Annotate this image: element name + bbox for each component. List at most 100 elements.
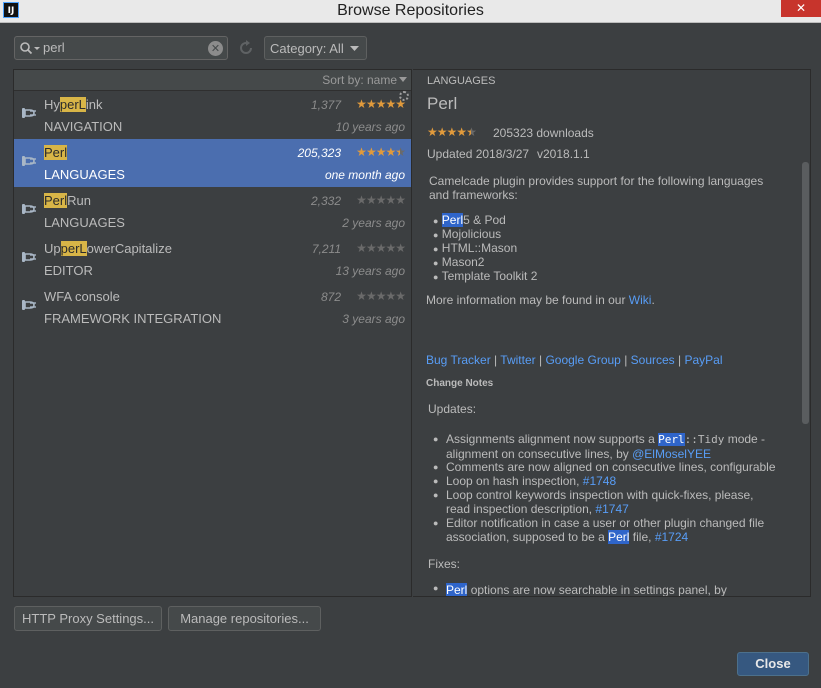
- search-match-highlight: Perl: [44, 145, 68, 160]
- plugin-category: EDITOR: [44, 263, 93, 278]
- issue-link[interactable]: #1724: [655, 530, 688, 544]
- link-google-group[interactable]: Google Group: [545, 353, 620, 367]
- star-empty-icon: ★: [356, 289, 367, 303]
- plugin-row[interactable]: HyperLink NAVIGATION 1,377 ★★★★★ 10 years ag…: [14, 91, 411, 139]
- link-separator: |: [494, 353, 498, 367]
- plugin-downloads: 7,211: [311, 242, 341, 256]
- bullet: ●: [433, 258, 439, 268]
- search-input[interactable]: perl ✕: [14, 36, 228, 60]
- link-separator: |: [624, 353, 628, 367]
- issue-link[interactable]: @ElMoselYEE: [632, 447, 711, 461]
- description-line-1: Camelcade plugin provides support for th…: [429, 174, 764, 188]
- star-filled-icon: ★: [375, 145, 387, 159]
- more-info-end: .: [651, 293, 655, 307]
- close-button[interactable]: Close: [737, 652, 809, 676]
- issue-link[interactable]: #1748: [583, 474, 616, 488]
- category-label: Category: All: [270, 41, 344, 56]
- star-filled-icon: ★: [456, 125, 467, 139]
- plugin-downloads: 205,323: [297, 146, 341, 160]
- star-filled-icon: ★: [436, 125, 448, 139]
- search-value: perl: [43, 40, 65, 55]
- star-filled-icon: ★: [375, 97, 387, 111]
- star-empty-icon: ★: [356, 241, 367, 255]
- issue-link[interactable]: #1747: [595, 502, 628, 516]
- plugin-list: Sort by: name HyperLink NAVIGATION 1,377 ★★…: [13, 69, 412, 597]
- clear-search-icon[interactable]: ✕: [208, 41, 223, 56]
- category-dropdown[interactable]: Category: All: [264, 36, 367, 60]
- sort-header[interactable]: Sort by: name: [14, 70, 411, 91]
- star-empty-icon: ★: [365, 289, 377, 303]
- link-paypal[interactable]: PayPal: [685, 353, 723, 367]
- bullet: ●: [433, 434, 439, 444]
- star-half-icon: ★: [395, 145, 406, 159]
- update-text-cont: alignment on consecutive lines, by @ElMo…: [446, 447, 711, 461]
- search-match-highlight: perL: [59, 97, 86, 112]
- plugin-downloads: 872: [320, 290, 341, 304]
- update-item: ● Comments are now aligned on consecutive…: [433, 460, 803, 474]
- plugin-age: one month ago: [324, 168, 405, 182]
- title-bar: IJ Browse Repositories ✕: [0, 0, 821, 23]
- bullet: ●: [433, 244, 439, 254]
- search-match-highlight: Perl: [44, 193, 68, 208]
- perl-highlight: Perl: [608, 530, 630, 544]
- star-filled-icon: ★: [446, 125, 458, 139]
- plugin-rating: ★★★★★: [356, 193, 406, 207]
- fix-text: options are now searchable in settings p…: [470, 583, 727, 597]
- feature-text: 5 & Pod: [463, 213, 506, 227]
- plugin-row[interactable]: WFA console FRAMEWORK INTEGRATION 872 ★★★★★…: [14, 283, 411, 331]
- update-text: Assignments alignment now supports a Per…: [446, 432, 766, 446]
- refresh-icon[interactable]: [237, 39, 255, 57]
- http-proxy-settings-button[interactable]: HTTP Proxy Settings...: [14, 606, 162, 631]
- plugin-row[interactable]: UpperLowerCapitalize EDITOR 7,211 ★★★★★ 13 y…: [14, 235, 411, 283]
- perl-highlight: Perl: [658, 433, 685, 446]
- star-empty-icon: ★: [395, 193, 406, 207]
- plugin-rating: ★★★★★: [356, 145, 406, 159]
- update-text-cont: association, supposed to be a Perl file,…: [446, 530, 689, 544]
- plugin-rating: ★★★★★: [356, 97, 406, 111]
- wiki-link[interactable]: Wiki: [629, 293, 652, 307]
- link-sources[interactable]: Sources: [631, 353, 675, 367]
- detail-title: Perl: [427, 94, 458, 113]
- feature-item: ● Mason2: [433, 255, 484, 269]
- star-empty-icon: ★: [375, 241, 387, 255]
- plugin-details: LANGUAGES Perl ★★★★★ 205323 downloads Up…: [413, 69, 811, 597]
- detail-rating-stars: ★★★★★: [427, 125, 477, 139]
- update-item: ● Assignments alignment now supports a Pe…: [433, 432, 803, 461]
- plugin-age: 2 years ago: [342, 216, 405, 230]
- star-empty-icon: ★: [365, 193, 377, 207]
- link-twitter[interactable]: Twitter: [500, 353, 535, 367]
- detail-scrollbar[interactable]: [802, 162, 809, 424]
- plugin-category: NAVIGATION: [44, 119, 123, 134]
- plugin-age: 10 years ago: [335, 120, 405, 134]
- plugin-category: LANGUAGES: [44, 167, 125, 182]
- plugin-row[interactable]: PerlRun LANGUAGES 2,332 ★★★★★ 2 years ago: [14, 187, 411, 235]
- feature-text: Mason2: [441, 255, 485, 269]
- perl-highlight: Perl: [441, 213, 464, 227]
- search-icon: [20, 42, 40, 55]
- plugin-row[interactable]: Perl LANGUAGES 205,323 ★★★★★ one month ago: [14, 139, 411, 187]
- bullet: ●: [433, 518, 439, 528]
- feature-text: HTML::Mason: [441, 241, 518, 255]
- feature-item: ● HTML::Mason: [433, 241, 517, 255]
- plugin-age: 13 years ago: [335, 264, 405, 278]
- detail-category: LANGUAGES: [427, 75, 496, 87]
- window-close-icon[interactable]: ✕: [781, 0, 821, 17]
- bullet: ●: [433, 490, 439, 500]
- plugin-name: HyperLink: [44, 97, 103, 112]
- feature-item: ● Template Toolkit 2: [433, 269, 537, 283]
- plugin-name: PerlRun: [44, 193, 91, 208]
- star-half-icon: ★: [466, 125, 477, 139]
- star-filled-icon: ★: [427, 125, 438, 139]
- star-empty-icon: ★: [385, 241, 396, 255]
- update-item: ● Loop on hash inspection, #1748: [433, 474, 803, 488]
- link-separator: |: [538, 353, 543, 367]
- star-filled-icon: ★: [356, 97, 367, 111]
- star-empty-icon: ★: [385, 289, 396, 303]
- star-filled-icon: ★: [356, 145, 367, 159]
- bullet: ●: [433, 216, 439, 226]
- loading-spinner-icon: [399, 91, 409, 101]
- link-bug-tracker[interactable]: Bug Tracker: [426, 353, 491, 367]
- update-text: Comments are now aligned on consecutive …: [446, 460, 776, 474]
- star-empty-icon: ★: [385, 193, 396, 207]
- manage-repositories-button[interactable]: Manage repositories...: [168, 606, 321, 631]
